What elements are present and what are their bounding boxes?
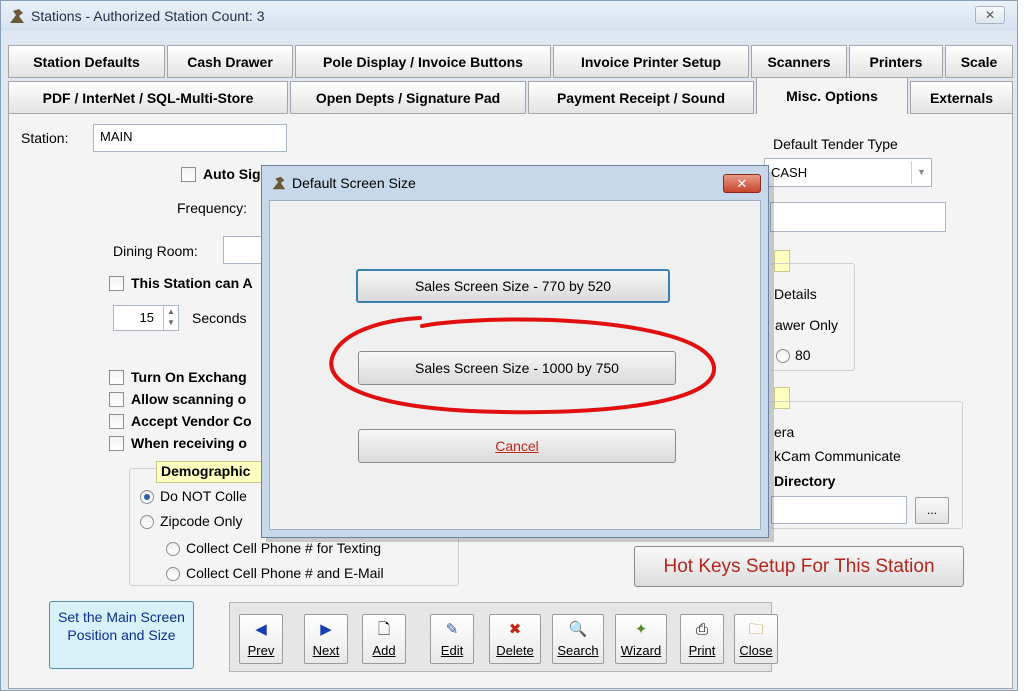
this-station-can-label: This Station can A [131,275,253,291]
frequency-label: Frequency: [177,200,248,216]
collect-cell-email-radio[interactable] [166,567,180,581]
delete-button[interactable]: ✖ Delete [489,614,541,664]
chevron-down-icon[interactable]: ▼ [911,161,931,184]
add-label: Add [372,643,396,658]
search-label: Search [557,643,599,658]
dialog-title: Default Screen Size [292,175,416,191]
print-button[interactable]: ⎙ Print [680,614,724,664]
wizard-label: Wizard [620,643,662,658]
zipcode-only-radio[interactable] [140,515,154,529]
station-label: Station: [21,130,69,146]
wizard-icon: ✦ [634,621,648,638]
tab-open-depts-signature[interactable]: Open Depts / Signature Pad [290,81,526,114]
tab-pdf-internet-sql[interactable]: PDF / InterNet / SQL-Multi-Store [8,81,288,114]
add-icon: 🗋 [377,621,391,638]
tab-misc-options[interactable]: Misc. Options [756,77,908,115]
tab-cash-drawer[interactable]: Cash Drawer [167,45,293,78]
details-label: Details [774,286,817,302]
cancel-button[interactable]: Cancel [358,429,676,463]
prev-icon: ◀ [255,621,267,638]
tab-payment-receipt-sound[interactable]: Payment Receipt / Sound [528,81,754,114]
close-button[interactable]: 🗀 Close [734,614,778,664]
tab-scale[interactable]: Scale [945,45,1013,78]
default-tender-type-label: Default Tender Type [773,136,898,152]
allow-scanning-checkbox[interactable] [109,392,124,407]
wizard-button[interactable]: ✦ Wizard [615,614,667,664]
auto-sig-checkbox[interactable] [181,167,196,182]
seconds-label: Seconds [192,310,247,326]
set-main-screen-position-button[interactable]: Set the Main Screen Position and Size [49,601,194,669]
when-receiving-checkbox[interactable] [109,436,124,451]
tab-printers[interactable]: Printers [849,45,943,78]
collect-cell-texting-label: Collect Cell Phone # for Texting [186,540,382,556]
edit-label: Edit [440,643,464,658]
print-label: Print [688,643,716,658]
app-icon [10,9,24,23]
drawer-only-label: awer Only [775,317,839,333]
tab-externals[interactable]: Externals [910,81,1013,114]
collect-cell-email-label: Collect Cell Phone # and E-Mail [186,565,384,581]
camera-label: era [774,424,795,440]
tab-invoice-printer-setup[interactable]: Invoice Printer Setup [553,45,749,78]
prev-label: Prev [247,643,275,658]
default-tender-value: CASH [771,165,808,180]
when-receiving-label: When receiving o [131,435,247,451]
window-close-button[interactable]: ✕ [975,6,1005,24]
prev-button[interactable]: ◀ Prev [239,614,283,664]
navigation-toolbar: ◀ Prev ▶ Next 🗋 Add ✎ Edit ✖ Delete 🔍 Se… [229,602,778,672]
next-label: Next [312,643,340,658]
directory-field[interactable] [771,496,907,524]
tab-scanners[interactable]: Scanners [751,45,847,78]
delete-icon: ✖ [508,621,522,638]
search-icon: 🔍 [568,621,588,638]
dialog-close-button[interactable]: ✕ [723,174,761,193]
close-folder-icon: 🗀 [748,621,764,638]
window-title: Stations - Authorized Station Count: 3 [31,8,265,24]
search-button[interactable]: 🔍 Search [552,614,604,664]
auto-sig-label: Auto Sig [203,166,261,182]
turn-on-exchange-label: Turn On Exchang [131,369,247,385]
radio-80[interactable] [776,349,790,363]
title-bar: Stations - Authorized Station Count: 3 ✕ [1,1,1017,31]
dining-room-label: Dining Room: [113,243,198,259]
add-button[interactable]: 🗋 Add [362,614,406,664]
tab-station-defaults[interactable]: Station Defaults [8,45,165,78]
do-not-collect-radio[interactable] [140,490,154,504]
tab-pole-display[interactable]: Pole Display / Invoice Buttons [295,45,551,78]
this-station-can-checkbox[interactable] [109,276,124,291]
edit-button[interactable]: ✎ Edit [430,614,474,664]
do-not-collect-label: Do NOT Colle [160,488,247,504]
default-tender-dropdown[interactable]: CASH ▼ [764,158,932,187]
delete-label: Delete [496,643,534,658]
turn-on-exchange-checkbox[interactable] [109,370,124,385]
next-button[interactable]: ▶ Next [304,614,348,664]
print-icon: ⎙ [695,621,708,638]
edit-icon: ✎ [445,621,459,638]
collect-cell-texting-radio[interactable] [166,542,180,556]
screen-size-770-button[interactable]: Sales Screen Size - 770 by 520 [356,269,670,303]
hotkeys-setup-button[interactable]: Hot Keys Setup For This Station [634,546,964,587]
annotation-circle [329,316,717,415]
close-label: Close [739,643,773,658]
zipcode-only-label: Zipcode Only [160,513,243,529]
demographics-label: Demographic [161,463,251,479]
next-icon: ▶ [320,621,332,638]
accept-vendor-checkbox[interactable] [109,414,124,429]
radio-80-label: 80 [795,347,811,363]
right-text-field[interactable] [770,202,946,232]
stepper-arrows-icon[interactable]: ▲ ▼ [163,306,178,330]
station-field[interactable]: MAIN [93,124,287,152]
directory-label: Directory [774,473,836,489]
accept-vendor-label: Accept Vendor Co [131,413,252,429]
dialog-app-icon [272,176,286,190]
allow-scanning-label: Allow scanning o [131,391,247,407]
kcam-communicate-label: kCam Communicate [774,448,901,464]
browse-button[interactable]: ... [915,497,949,524]
